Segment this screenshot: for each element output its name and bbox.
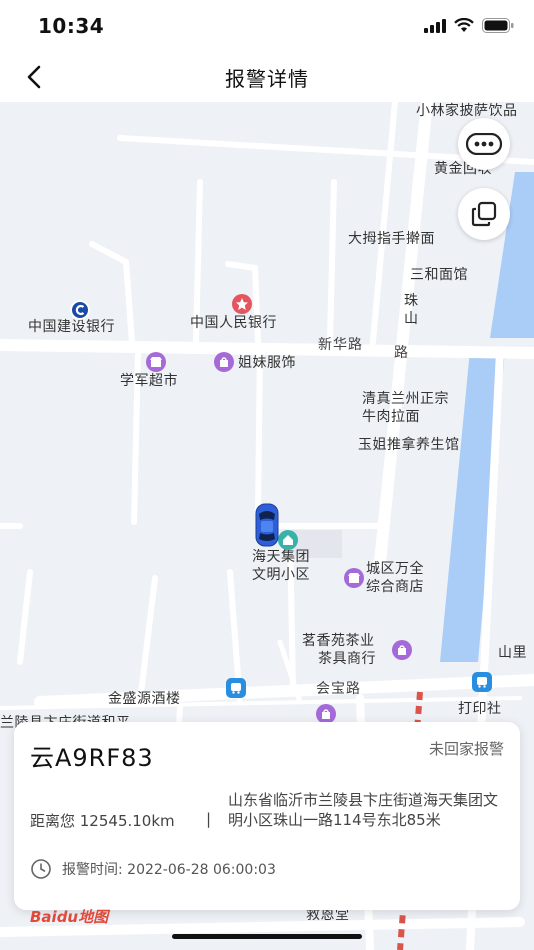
alarm-info-card: 云A9RF83 未回家报警 距离您 12545.10km | 山东省临沂市兰陵县… — [14, 722, 520, 910]
home-indicator — [172, 934, 362, 939]
separator: | — [206, 810, 212, 828]
alarm-time: 报警时间: 2022-06-28 06:00:03 — [62, 862, 276, 878]
map-label: 海天集团 — [252, 549, 310, 565]
tea-shop-icon — [392, 640, 412, 660]
map-label: 三和面馆 — [410, 267, 468, 283]
ccb-bank-icon — [70, 300, 90, 320]
map-label: 城区万全 — [366, 561, 424, 577]
more-options-button[interactable] — [458, 118, 510, 170]
car-location-icon[interactable] — [254, 502, 280, 548]
map-label: 茶具商行 — [318, 651, 376, 667]
bus-stop-icon — [472, 672, 492, 692]
clock-icon — [31, 859, 51, 879]
signal-icon — [424, 18, 446, 33]
status-bar: 10:34 — [0, 0, 534, 52]
shop-icon — [316, 704, 336, 724]
residence-icon — [278, 530, 298, 550]
map-label: 大拇指手擀面 — [348, 231, 435, 247]
status-icons — [424, 18, 514, 33]
map-label: 清真兰州正宗 — [362, 391, 449, 407]
store-icon — [344, 568, 364, 588]
plate-number: 云A9RF83 — [30, 744, 154, 772]
map-label: 小林家披萨饮品 — [416, 103, 518, 119]
map-label: 综合商店 — [366, 579, 424, 595]
map-label: 打印社 — [458, 701, 502, 717]
alarm-type: 未回家报警 — [428, 740, 504, 758]
shop-icon — [146, 352, 166, 372]
road-label: 路 — [394, 345, 409, 361]
distance-text: 距离您 12545.10km — [30, 812, 175, 830]
copy-icon — [471, 201, 497, 227]
map-label: 中国建设银行 — [28, 319, 115, 335]
map-logo: Baidu地图 — [30, 908, 109, 926]
address-text: 山东省临沂市兰陵县卞庄街道海天集团文明小区珠山一路114号东北85米 — [228, 791, 499, 829]
map-label: 姐妹服饰 — [238, 355, 296, 371]
bank-star-icon — [232, 294, 252, 314]
map-label: 学军超市 — [120, 373, 178, 389]
map-label: 文明小区 — [252, 567, 310, 583]
map-label: 玉姐推拿养生馆 — [358, 437, 460, 453]
map-label: 牛肉拉面 — [362, 409, 420, 425]
road-label: 会宝路 — [316, 681, 361, 697]
status-time: 10:34 — [38, 14, 105, 38]
road-label: 新华路 — [318, 337, 363, 353]
map-label: 金盛源酒楼 — [108, 691, 181, 707]
battery-icon — [482, 18, 514, 33]
map-label: 珠山 — [404, 293, 419, 327]
page-title: 报警详情 — [225, 67, 309, 91]
nav-bar: 报警详情 — [0, 52, 534, 102]
wifi-icon — [454, 18, 474, 32]
copy-button[interactable] — [458, 188, 510, 240]
map-label: 中国人民银行 — [190, 315, 277, 331]
clothing-shop-icon — [214, 352, 234, 372]
map-label: 茗香苑茶业 — [302, 633, 375, 649]
map-label: 山里 — [498, 645, 527, 661]
bus-stop-icon — [226, 678, 246, 698]
more-icon — [466, 133, 502, 155]
